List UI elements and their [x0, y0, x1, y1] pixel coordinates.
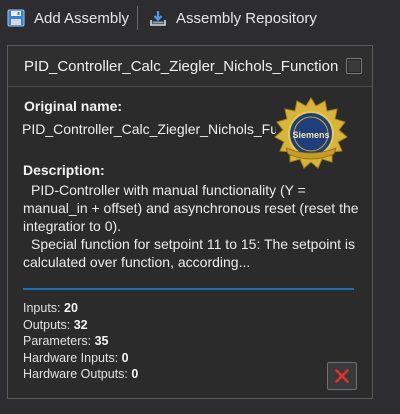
- original-name-label: Original name:: [24, 98, 123, 114]
- select-checkbox[interactable]: [346, 58, 362, 74]
- description-line: Special function for setpoint 11 to 15: …: [23, 236, 356, 270]
- certified-seal-icon: Siemens: [274, 97, 348, 169]
- repository-download-icon: [148, 8, 168, 28]
- card-divider: [23, 288, 354, 290]
- original-name-value: PID_Controller_Calc_Ziegler_Nichols_Func…: [22, 121, 276, 137]
- close-x-icon: [335, 369, 349, 383]
- save-icon: [6, 8, 26, 28]
- seal-text: Siemens: [292, 130, 329, 140]
- card-title: PID_Controller_Calc_Ziegler_Nichols_Func…: [24, 57, 339, 75]
- stat-parameters: Parameters: 35: [23, 334, 109, 348]
- description-label: Description:: [23, 162, 105, 178]
- stats-list: Inputs: 20 Outputs: 32 Parameters: 35 Ha…: [23, 300, 138, 383]
- add-assembly-button[interactable]: Add Assembly: [0, 3, 135, 33]
- stat-hardware-inputs: Hardware Inputs: 0: [23, 350, 129, 365]
- toolbar-separator: [137, 6, 139, 30]
- stat-hardware-outputs: Hardware Outputs: 0: [23, 367, 139, 381]
- stat-inputs: Inputs: 20: [23, 301, 78, 315]
- description-text: PID-Controller with manual functionality…: [23, 181, 359, 271]
- stat-outputs: Outputs: 32: [23, 317, 88, 332]
- delete-button[interactable]: [327, 362, 357, 390]
- description-line: PID-Controller with manual functionality…: [23, 182, 359, 234]
- assembly-repository-label: Assembly Repository: [176, 9, 317, 27]
- card-header: PID_Controller_Calc_Ziegler_Nichols_Func…: [8, 46, 372, 87]
- add-assembly-label: Add Assembly: [34, 9, 130, 27]
- toolbar: Add Assembly Assembly Repository: [0, 0, 400, 36]
- assembly-repository-button[interactable]: Assembly Repository: [142, 3, 323, 33]
